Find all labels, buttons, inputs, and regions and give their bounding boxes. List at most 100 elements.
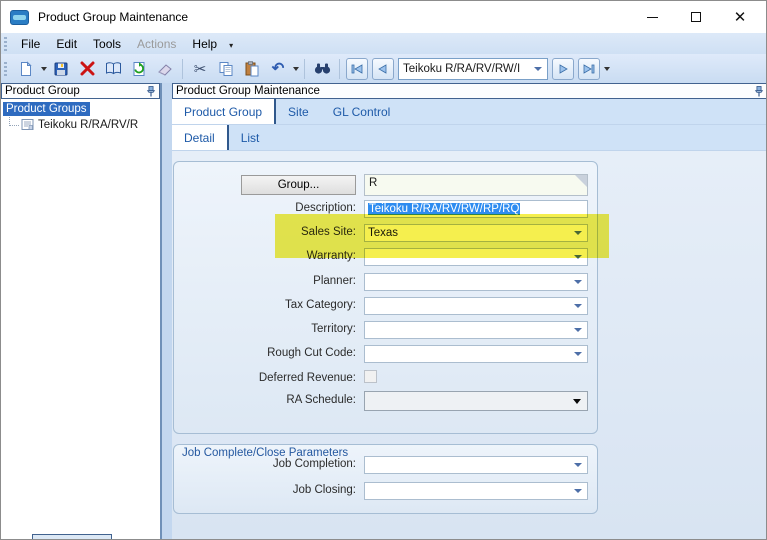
tax-category-combo[interactable] [364,297,588,315]
warranty-combo[interactable] [364,248,588,266]
partial-bottom-button[interactable] [32,534,112,539]
menu-overflow-icon[interactable]: ▾ [225,41,237,50]
paste-button[interactable] [239,57,265,81]
job-parameters-group-box: Job Complete/Close Parameters [173,444,598,514]
new-dropdown-arrow[interactable] [39,57,48,81]
menu-grip[interactable] [4,36,7,51]
title-bar: Product Group Maintenance ✕ [1,1,766,33]
tab-gl-control[interactable]: GL Control [321,99,403,124]
detail-form: Job Complete/Close Parameters Group... R… [172,151,766,539]
window-title: Product Group Maintenance [38,10,189,24]
sales-site-label: Sales Site: [301,226,356,238]
previous-record-button[interactable] [372,57,394,80]
job-completion-combo[interactable] [364,456,588,474]
tree-node-teikoku[interactable]: Teikoku R/RA/RV/R [9,116,160,131]
refresh-icon [133,61,145,76]
tree-connector [9,116,19,126]
chevron-down-icon [574,489,582,493]
refresh-button[interactable] [126,57,152,81]
find-button[interactable] [309,57,335,81]
tab-list[interactable]: List [229,125,272,150]
toolbar: ✂ ↶ Teikoku R/RA/RV/RW/I [1,54,766,83]
chevron-down-icon [574,304,582,308]
close-icon: ✕ [733,8,747,26]
ra-schedule-label: RA Schedule: [286,394,356,406]
menu-actions: Actions [137,36,177,51]
delete-button[interactable] [74,57,100,81]
next-record-button[interactable] [552,57,574,80]
new-document-icon [21,60,32,76]
job-closing-combo[interactable] [364,482,588,500]
product-group-tree: Product Groups Teikoku R/RA/RV/R [1,99,160,131]
binoculars-icon [314,63,330,74]
clear-button[interactable] [152,57,178,81]
first-record-button[interactable] [346,57,368,80]
description-input[interactable]: Teikoku R/RA/RV/RW/RP/RQ [364,200,588,218]
chevron-down-icon [574,463,582,467]
rough-cut-code-combo[interactable] [364,345,588,363]
planner-label: Planner: [313,275,356,287]
record-selector-value: Teikoku R/RA/RV/RW/I [403,62,521,75]
tree-panel-title: Product Group [5,85,80,97]
folded-corner-decoration [575,175,587,187]
tree-panel-header: Product Group [1,83,160,99]
menu-edit[interactable]: Edit [48,35,85,53]
territory-label: Territory: [311,323,356,335]
tree-node-label: Teikoku R/RA/RV/R [38,118,139,131]
toolbar-grip[interactable] [4,61,7,76]
cut-button[interactable]: ✂ [187,57,213,81]
chevron-down-icon [574,328,582,332]
toolbar-separator [304,58,305,79]
eraser-icon [158,63,172,76]
menu-file[interactable]: File [13,35,48,53]
territory-combo[interactable] [364,321,588,339]
maximize-button[interactable] [674,1,718,33]
menu-help[interactable]: Help [184,35,225,53]
group-value: R [369,177,378,189]
warranty-label: Warranty: [306,250,356,262]
pin-icon[interactable] [754,85,764,98]
deferred-revenue-checkbox[interactable] [364,370,377,383]
minimize-icon [646,16,658,18]
chevron-down-icon [573,398,581,404]
sales-site-combo[interactable]: Texas [364,224,588,242]
menu-tools[interactable]: Tools [85,35,129,53]
previous-record-icon [378,63,387,74]
chevron-down-icon [534,66,542,71]
open-book-icon [105,62,121,75]
new-button[interactable] [13,57,39,81]
record-selector-combo[interactable]: Teikoku R/RA/RV/RW/I [398,57,548,80]
planner-combo[interactable] [364,273,588,291]
toolbar-overflow-arrow[interactable] [602,57,611,81]
maximize-icon [691,12,701,22]
group-lookup-button[interactable]: Group... [241,175,356,195]
product-group-item-icon [21,119,34,130]
close-button[interactable]: ✕ [718,1,762,33]
minimize-button[interactable] [630,1,674,33]
rough-cut-code-label: Rough Cut Code: [267,347,356,359]
tab-site[interactable]: Site [276,99,321,124]
job-completion-label: Job Completion: [272,458,356,470]
tree-node-product-groups[interactable]: Product Groups [3,102,90,116]
copy-icon [219,61,233,76]
delete-icon [80,61,94,76]
tab-detail[interactable]: Detail [172,125,227,150]
chevron-down-icon [574,255,582,259]
save-icon [54,62,68,75]
job-closing-label: Job Closing: [292,484,356,496]
tab-product-group[interactable]: Product Group [172,99,275,124]
pin-icon[interactable] [146,85,156,98]
main-panel: Product Group Maintenance Product Group … [172,83,766,539]
next-record-icon [559,63,568,74]
copy-button[interactable] [213,57,239,81]
group-key-field: R [364,174,588,196]
dock-area: Product Group Product Groups Teikoku R/R… [1,83,766,539]
last-record-button[interactable] [578,57,600,80]
ra-schedule-combo[interactable] [364,391,588,411]
undo-dropdown-arrow[interactable] [291,57,300,81]
save-button[interactable] [48,57,74,81]
main-panel-title: Product Group Maintenance [176,85,320,97]
undo-button[interactable]: ↶ [265,57,291,81]
search-book-button[interactable] [100,57,126,81]
paste-icon [245,60,259,76]
